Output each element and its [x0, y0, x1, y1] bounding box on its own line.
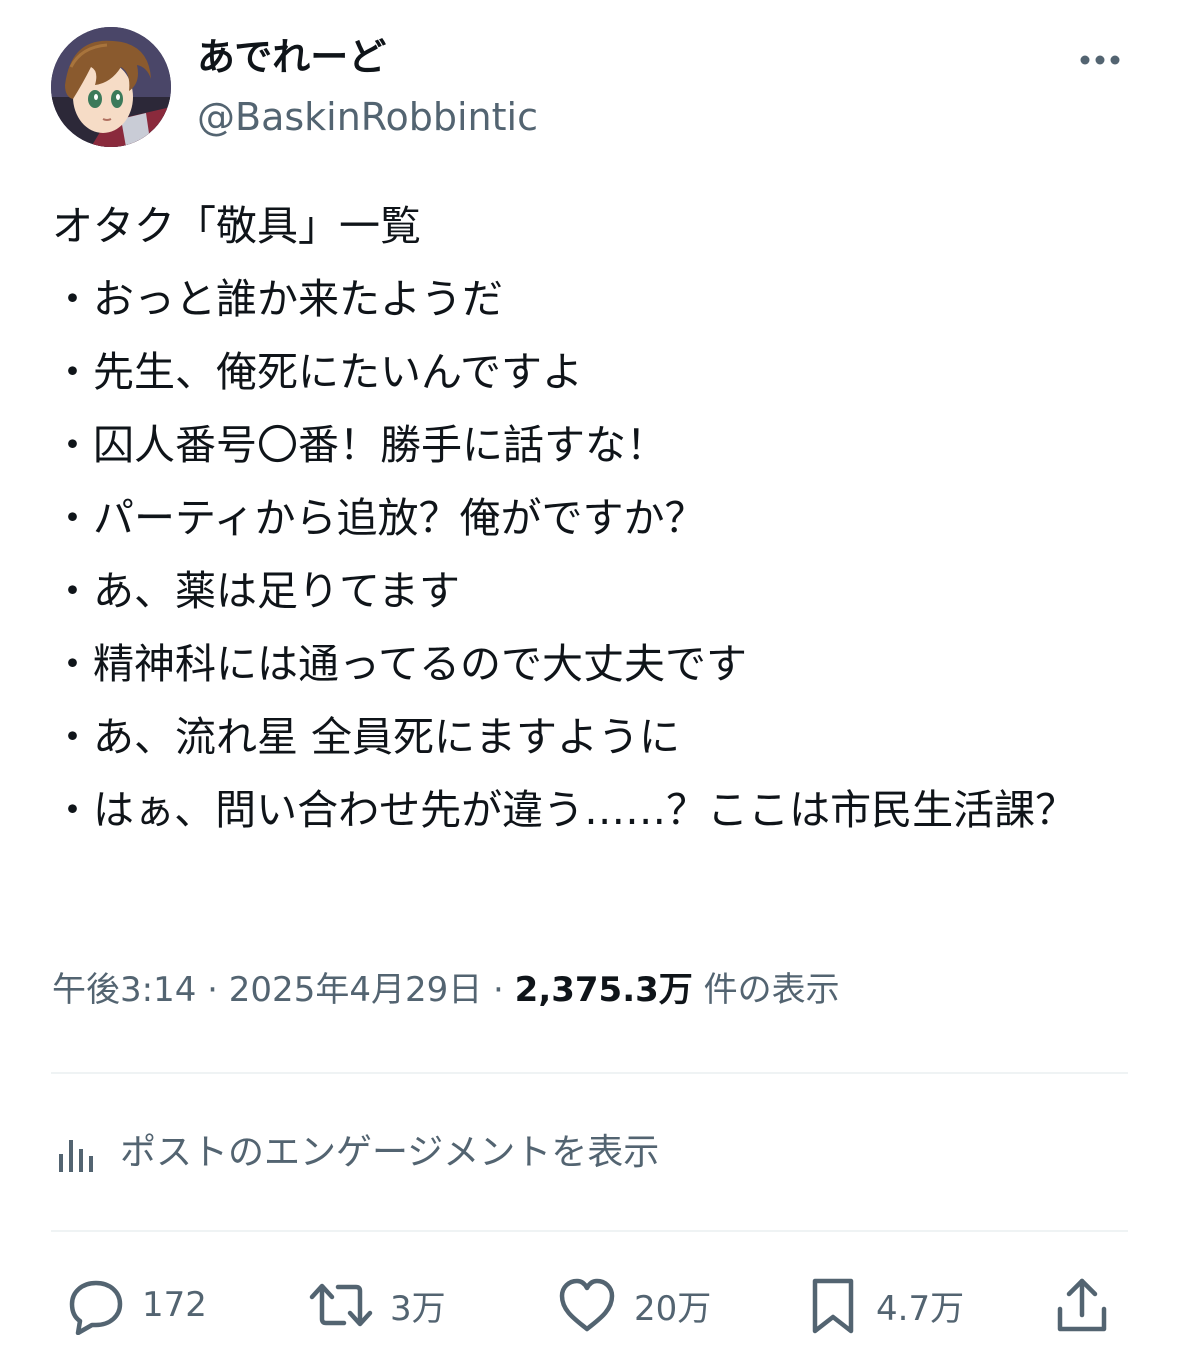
retweet-arrows-icon	[309, 1283, 373, 1327]
reply-button[interactable]: 172	[66, 1275, 207, 1335]
bookmark-button[interactable]: 4.7万	[806, 1275, 964, 1335]
like-count: 20万	[634, 1288, 712, 1329]
reply-count: 172	[142, 1285, 207, 1325]
share-upload-icon	[1057, 1278, 1107, 1332]
divider-top	[51, 1072, 1128, 1074]
divider-bottom	[51, 1230, 1128, 1232]
bar-chart-icon	[59, 1140, 93, 1172]
bookmark-icon	[812, 1278, 854, 1334]
share-button[interactable]	[1052, 1275, 1112, 1335]
more-options-button[interactable]	[1070, 40, 1130, 80]
heart-icon	[559, 1278, 615, 1332]
tweet-text: オタク「敬具」一覧 ・おっと誰か来たようだ ・先生、俺死にたいんですよ ・囚人番…	[52, 202, 1077, 834]
speech-bubble-icon	[69, 1280, 123, 1335]
display-name[interactable]: あでれーど	[197, 32, 386, 82]
retweet-count: 3万	[390, 1288, 446, 1329]
meta-separator: ·	[207, 970, 218, 1010]
view-engagement-label: ポストのエンゲージメントを表示	[120, 1132, 660, 1173]
anime-character-avatar-image	[51, 27, 171, 147]
more-horizontal-icon	[1080, 55, 1120, 65]
tweet-time[interactable]: 午後3:14	[52, 970, 196, 1010]
views-label: 件の表示	[703, 970, 840, 1010]
like-button[interactable]: 20万	[556, 1275, 711, 1335]
views-count: 2,375.3万	[514, 970, 693, 1010]
avatar[interactable]	[51, 27, 171, 147]
view-engagement-link[interactable]: ポストのエンゲージメントを表示	[56, 1125, 659, 1181]
user-handle[interactable]: @BaskinRobbintic	[197, 92, 538, 142]
tweet-meta: 午後3:14 · 2025年4月29日 · 2,375.3万 件の表示	[52, 962, 840, 1018]
retweet-button[interactable]: 3万	[308, 1275, 446, 1335]
meta-separator: ·	[493, 970, 504, 1010]
bookmark-count: 4.7万	[876, 1288, 965, 1329]
tweet-date[interactable]: 2025年4月29日	[229, 970, 482, 1010]
